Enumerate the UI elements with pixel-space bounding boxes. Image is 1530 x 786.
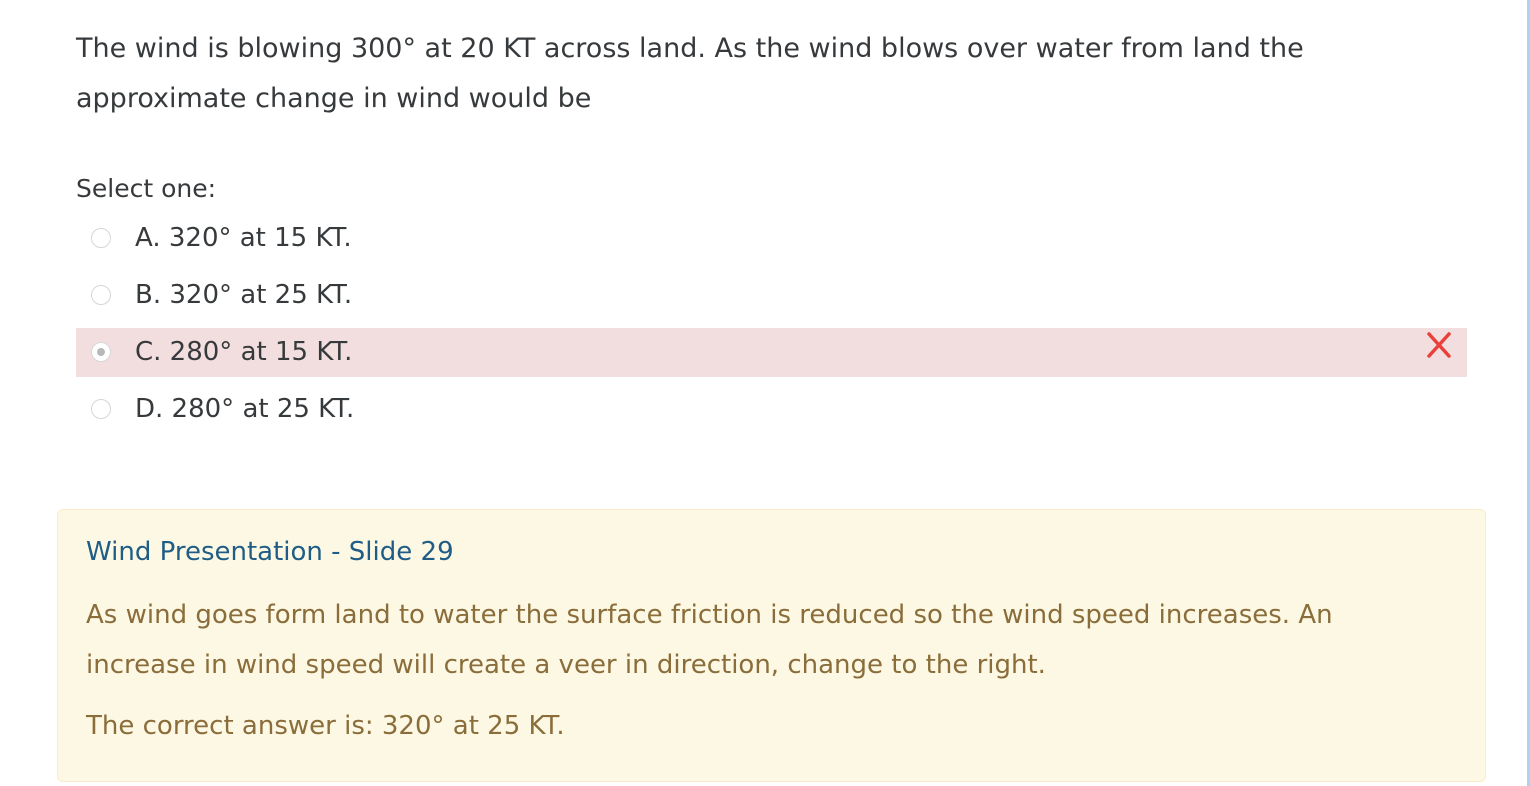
radio-button-a[interactable] [91, 227, 111, 248]
answer-option-a[interactable]: A. 320° at 15 KT. [76, 214, 1467, 263]
correct-answer-text: The correct answer is: 320° at 25 KT. [86, 711, 565, 741]
answer-list: A. 320° at 15 KT. B. 320° at 25 KT. C. 2… [76, 214, 1467, 442]
question-text: The wind is blowing 300° at 20 KT across… [76, 33, 1304, 114]
select-prompt: Select one: [76, 174, 217, 203]
radio-button-d[interactable] [91, 398, 111, 419]
answer-label-a: A. 320° at 15 KT. [135, 223, 352, 253]
feedback-explanation: As wind goes form land to water the surf… [86, 600, 1333, 680]
radio-button-c[interactable] [91, 341, 111, 362]
answer-label-d: D. 280° at 25 KT. [135, 394, 355, 424]
answer-label-b: B. 320° at 25 KT. [135, 280, 353, 310]
answer-option-d[interactable]: D. 280° at 25 KT. [76, 385, 1467, 434]
quiz-review-page: The wind is blowing 300° at 20 KT across… [0, 0, 1530, 786]
radio-button-b[interactable] [91, 284, 111, 305]
feedback-panel: Wind Presentation - Slide 29 As wind goe… [57, 509, 1486, 782]
feedback-reference-link[interactable]: Wind Presentation - Slide 29 [86, 534, 454, 570]
answer-label-c: C. 280° at 15 KT. [135, 337, 353, 367]
cross-icon [1427, 332, 1451, 358]
answer-option-c[interactable]: C. 280° at 15 KT. [76, 328, 1467, 377]
answer-option-b[interactable]: B. 320° at 25 KT. [76, 271, 1467, 320]
